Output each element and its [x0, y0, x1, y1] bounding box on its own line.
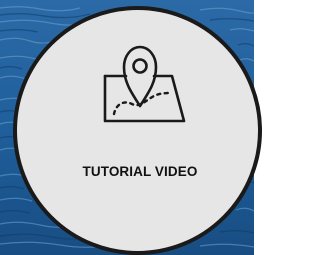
map-location-icon [88, 34, 192, 130]
tutorial-video-label: TUTORIAL VIDEO [82, 164, 198, 179]
